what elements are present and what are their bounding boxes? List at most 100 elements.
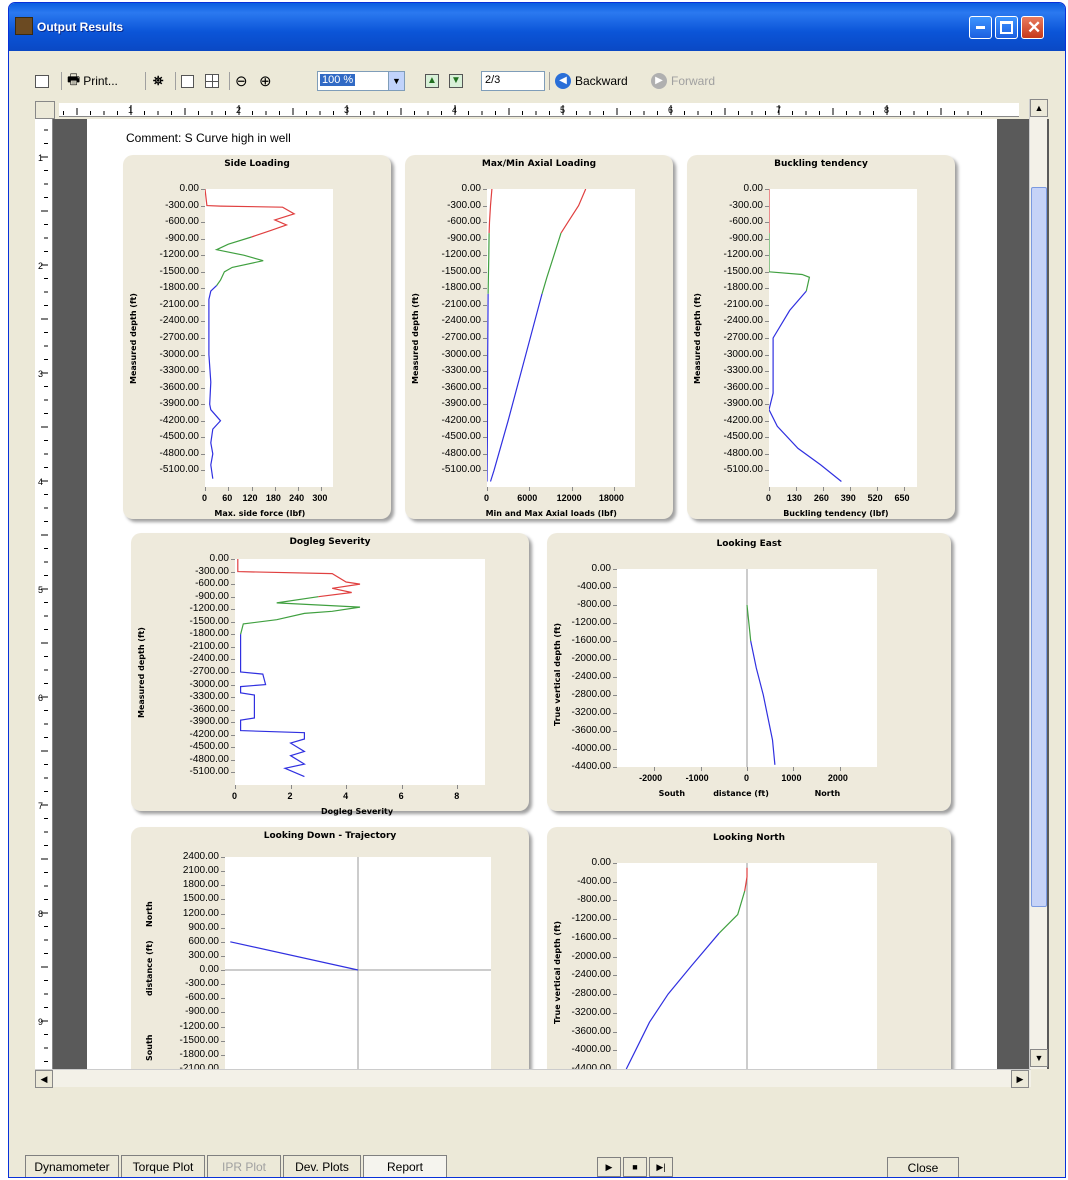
y-tick-mark (201, 404, 205, 406)
y-tick-mark (231, 596, 235, 598)
y-tick-label: -300.00 (165, 199, 199, 211)
y-tick-label: -2400.00 (189, 653, 229, 665)
y-tick-label: -1200.00 (189, 603, 229, 615)
x-tick-label: 6000 (517, 493, 538, 503)
ruler-number: 9 (38, 1017, 43, 1027)
ruler-number: 2 (38, 261, 43, 271)
x-tick-mark (457, 785, 459, 789)
scroll-left-button[interactable]: ◀ (35, 1070, 53, 1088)
x-tick-mark (839, 767, 841, 771)
y-tick-mark (201, 354, 205, 356)
multi-page-button[interactable] (205, 71, 219, 91)
toggle-outline-button[interactable] (35, 71, 49, 91)
page-number-input[interactable]: 2/3 (481, 71, 545, 91)
y-tick-label: -3900.00 (159, 398, 199, 410)
ruler-number: 6 (38, 693, 43, 703)
y-tick-mark (613, 994, 617, 996)
scroll-up-button[interactable]: ▲ (1030, 99, 1048, 117)
print-button[interactable]: 🖶 Print... (67, 71, 118, 91)
x-tick-label: 8 (454, 791, 460, 801)
y-tick-mark (201, 321, 205, 323)
play-button[interactable]: ▶ (597, 1157, 621, 1177)
scroll-down-button[interactable]: ▼ (1030, 1049, 1048, 1067)
stop-button[interactable]: ■ (623, 1157, 647, 1177)
y-tick-mark (613, 767, 617, 768)
y-tick-mark (483, 189, 487, 190)
maximize-button[interactable] (995, 16, 1018, 39)
y-tick-label: -2700.00 (441, 332, 481, 343)
outline-icon (35, 74, 49, 88)
tab-ipr-plot[interactable]: IPR Plot (207, 1155, 281, 1177)
chart-panel-looking-east: Looking East 0.00 -400.00 -800.00 -1200.00 -1… (547, 533, 951, 811)
tab-dynamometer[interactable]: Dynamometer (25, 1155, 119, 1177)
horizontal-scrollbar[interactable]: ◀ ▶ (35, 1069, 1031, 1088)
tab-report[interactable]: Report (363, 1155, 447, 1177)
y-tick-label: -400.00 (577, 581, 611, 592)
single-page-button[interactable] (181, 71, 194, 91)
y-tick-label: -600.00 (185, 992, 219, 1004)
backward-label: Backward (575, 74, 628, 88)
zoom-out-button[interactable]: ⊖ (235, 71, 248, 91)
x-axis-label: Min and Max Axial loads (lbf) (485, 509, 617, 518)
x-tick-mark (613, 487, 615, 491)
find-button[interactable]: ⛯ (153, 71, 163, 91)
forward-button[interactable]: ▶ Forward (651, 71, 715, 91)
plot-svg (768, 189, 842, 482)
y-tick-label: -1500.00 (179, 1034, 219, 1046)
scroll-thumb[interactable] (1031, 187, 1047, 907)
close-window-button[interactable]: ✕ (1021, 16, 1044, 39)
y-tick-mark (613, 569, 617, 570)
vertical-scrollbar[interactable]: ▲ ▼ (1029, 99, 1048, 1069)
next-page-button[interactable]: ▼ (449, 71, 463, 91)
tab-dev-plots[interactable]: Dev. Plots (283, 1155, 361, 1177)
y-tick-label: -3000.00 (189, 678, 229, 690)
ruler-number: 1 (128, 105, 133, 115)
toolbar-separator (229, 72, 230, 90)
chevron-down-icon[interactable]: ▼ (388, 72, 404, 90)
previous-page-button[interactable]: ▲ (425, 71, 439, 91)
y-tick-mark (231, 722, 235, 724)
plot-area (617, 569, 877, 767)
close-button[interactable]: Close (887, 1157, 959, 1177)
zoom-select[interactable]: 100 % ▼ (317, 71, 405, 91)
minimize-button[interactable] (969, 16, 992, 39)
y-tick-mark (221, 927, 225, 929)
y-tick-label: -2100.00 (441, 298, 481, 310)
y-axis-label: Measured depth (ft) (693, 292, 702, 384)
y-tick-label: -3600.00 (571, 1025, 611, 1037)
x-tick-mark (571, 487, 573, 491)
series-line-red (488, 188, 493, 234)
y-tick-mark (231, 709, 235, 711)
arrow-down-icon: ▼ (449, 74, 463, 88)
report-viewer[interactable]: Comment: S Curve high in well Side Loadi… (53, 119, 1049, 1069)
ruler-number: 3 (38, 369, 43, 379)
y-tick-label: -5100.00 (723, 464, 763, 476)
tab-torque-plot[interactable]: Torque Plot (121, 1155, 205, 1177)
y-tick-mark (483, 304, 487, 306)
scroll-right-button[interactable]: ▶ (1011, 1070, 1029, 1088)
backward-button[interactable]: ◀ Backward (555, 71, 628, 91)
y-tick-label: -1600.00 (571, 635, 611, 646)
y-tick-label: 0.00 (199, 964, 219, 975)
y-tick-label: -4800.00 (189, 753, 229, 765)
toolbar-separator (61, 72, 62, 90)
x-tick-mark (747, 767, 748, 771)
y-tick-label: -4500.00 (159, 431, 199, 443)
y-tick-label: -2400.00 (571, 969, 611, 981)
y-tick-mark (765, 420, 769, 422)
zoom-in-button[interactable]: ⊕ (259, 71, 272, 91)
y-tick-mark (765, 189, 769, 190)
x-tick-label: 180 (265, 493, 281, 503)
title-bar[interactable]: Output Results ✕ (9, 3, 1065, 51)
series-line-green (487, 233, 490, 294)
y-tick-mark (765, 271, 769, 273)
ruler-number: 3 (344, 105, 349, 115)
y-tick-label: -4000.00 (571, 743, 611, 754)
y-tick-label: -3600.00 (441, 381, 481, 393)
y-tick-label: 900.00 (188, 921, 219, 933)
y-tick-mark (613, 749, 617, 750)
y-tick-label: -1800.00 (723, 282, 763, 294)
step-button[interactable]: ▶| (649, 1157, 673, 1177)
y-tick-mark (221, 955, 225, 957)
y-tick-label: -2100.00 (159, 298, 199, 310)
